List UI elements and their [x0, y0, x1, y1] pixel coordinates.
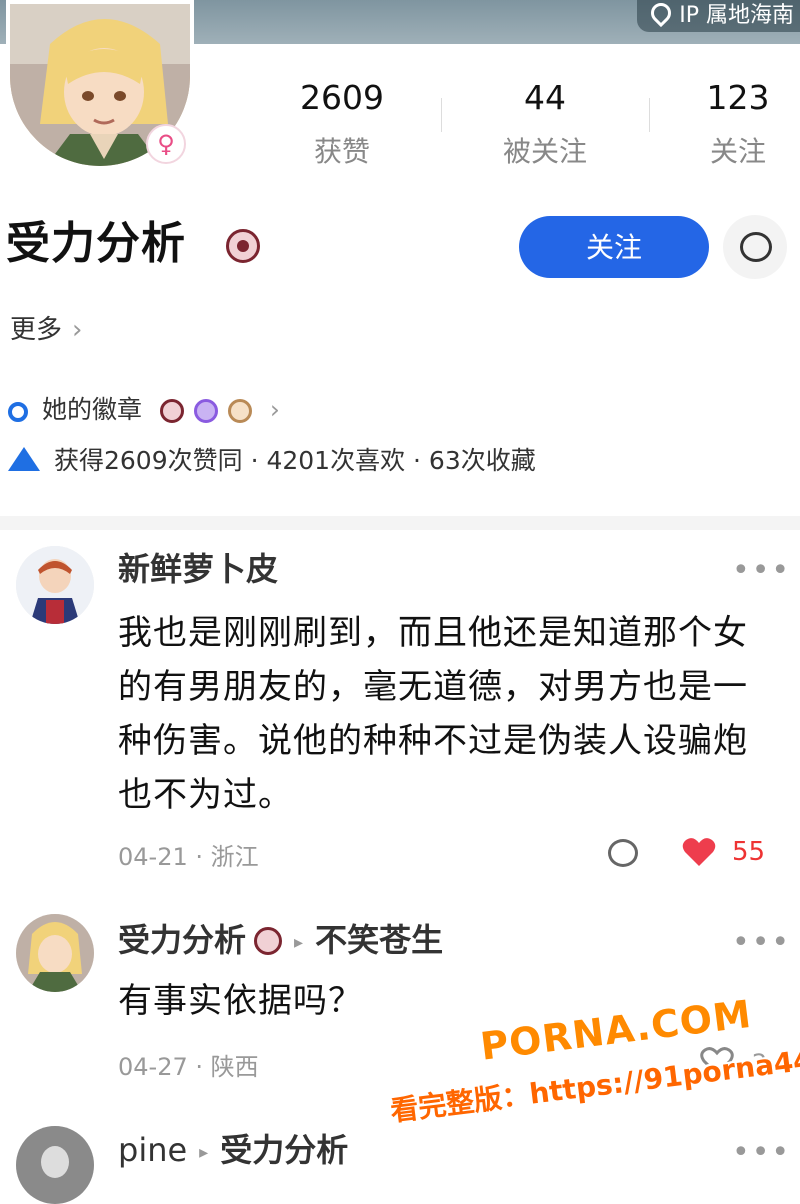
meta-separator: ·	[187, 843, 211, 871]
more-options-icon[interactable]: •••	[732, 556, 791, 586]
chat-bubble-icon	[740, 232, 772, 262]
creator-badge-icon	[226, 229, 260, 263]
badges-row[interactable]: 她的徽章 ›	[8, 390, 280, 430]
avatar-image	[16, 914, 94, 992]
badge-icon	[159, 399, 184, 423]
chevron-right-icon: ›	[72, 315, 83, 345]
profile-username: 受力分析	[6, 218, 186, 269]
comment-author[interactable]: 新鲜萝卜皮	[118, 547, 278, 591]
meta-separator: ·	[187, 1053, 211, 1081]
stat-followers[interactable]: 44 被关注	[465, 78, 625, 172]
achievement-summary: 获得2609次赞同 · 4201次喜欢 · 63次收藏	[8, 441, 536, 481]
reply-arrow-icon: ▸	[199, 1142, 209, 1163]
reply-to-user[interactable]: 不笑苍生	[315, 921, 443, 959]
avatar-image	[16, 1126, 94, 1204]
stat-label: 获赞	[313, 135, 370, 168]
badge-icon	[193, 399, 218, 423]
comment-meta: 04-21 · 浙江	[118, 840, 259, 874]
location-pin-icon	[647, 0, 676, 28]
stat-divider	[649, 98, 650, 132]
comment-date: 04-27	[118, 1053, 188, 1081]
reply-arrow-icon: ▸	[294, 932, 304, 953]
gender-symbol: ♀	[157, 130, 175, 158]
creator-badge-icon	[254, 927, 283, 955]
reply-to-user[interactable]: 受力分析	[220, 1131, 348, 1169]
ip-location-text: IP 属地海南	[679, 3, 794, 28]
chevron-right-icon: ›	[269, 395, 280, 424]
stat-divider	[441, 98, 442, 132]
comment-avatar[interactable]	[16, 546, 94, 624]
comment-author-line: pine ▸ 受力分析	[118, 1128, 348, 1175]
stat-value: 123	[706, 78, 770, 117]
message-button[interactable]	[723, 215, 787, 279]
triangle-icon	[8, 447, 40, 471]
heart-icon[interactable]	[682, 837, 716, 867]
stat-value: 2609	[300, 78, 384, 117]
stat-following[interactable]: 123 关注	[658, 78, 800, 172]
comment-author-line: 受力分析 ▸ 不笑苍生	[118, 918, 443, 965]
stat-value: 44	[524, 78, 566, 117]
comment-date: 04-21	[118, 843, 188, 871]
like-count: 55	[732, 837, 766, 867]
section-divider	[0, 516, 800, 530]
female-gender-icon: ♀	[146, 124, 186, 164]
more-label: 更多	[10, 315, 63, 345]
more-options-icon[interactable]: •••	[732, 928, 791, 958]
stat-label: 关注	[709, 135, 766, 168]
reply-icon[interactable]	[608, 839, 638, 867]
stat-likes[interactable]: 2609 获赞	[262, 78, 422, 172]
comment-location: 浙江	[210, 843, 259, 871]
comment-meta: 04-27 · 陕西	[118, 1050, 259, 1084]
badge-icon	[227, 399, 252, 423]
comment-text: 我也是刚刚刷到，而且他还是知道那个女的有男朋友的，毫无道德，对男方也是一种伤害。…	[118, 613, 748, 815]
comment-avatar[interactable]	[16, 914, 94, 992]
ip-location-tag: IP 属地海南	[637, 0, 800, 32]
comment-avatar[interactable]	[16, 1126, 94, 1204]
medal-icon	[8, 402, 28, 422]
more-info-link[interactable]: 更多 ›	[10, 310, 82, 350]
stat-label: 被关注	[502, 135, 587, 168]
achievement-text: 获得2609次赞同 · 4201次喜欢 · 63次收藏	[54, 446, 536, 475]
comment-author[interactable]: pine	[118, 1131, 187, 1169]
comment-author[interactable]: 受力分析	[118, 921, 246, 959]
badges-label: 她的徽章	[42, 395, 143, 424]
more-options-icon[interactable]: •••	[732, 1138, 791, 1168]
follow-button[interactable]: 关注	[519, 216, 709, 278]
comment-location: 陕西	[210, 1053, 259, 1081]
avatar-image	[16, 546, 94, 624]
